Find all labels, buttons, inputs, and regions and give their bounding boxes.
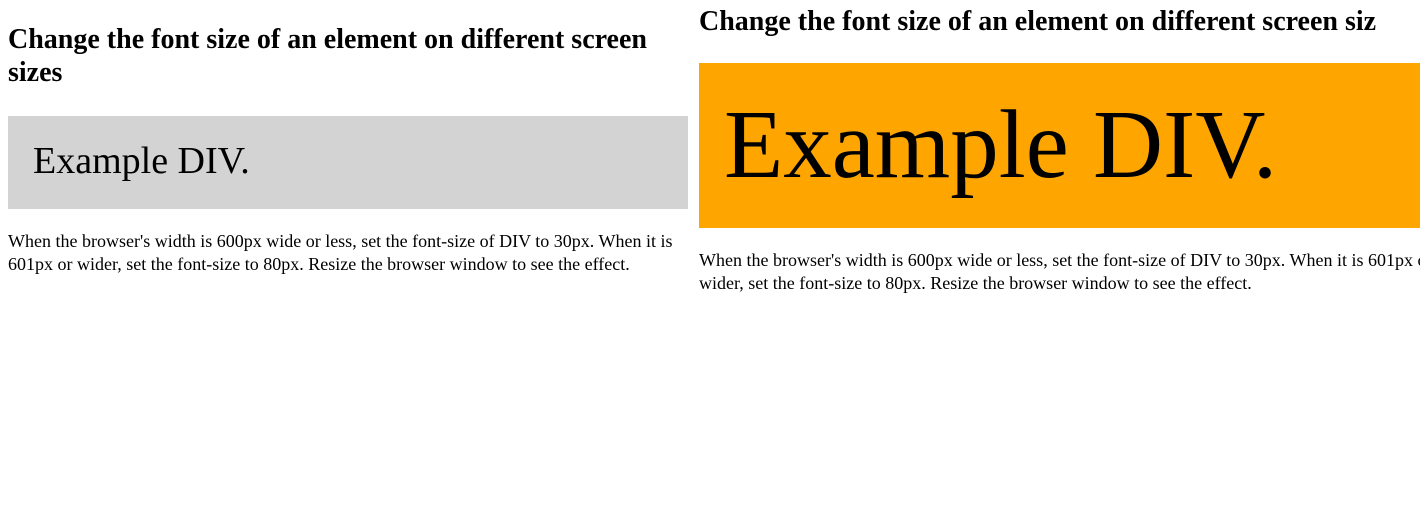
small-screen-content: Change the font size of an element on di… bbox=[8, 0, 688, 276]
description-paragraph: When the browser's width is 600px wide o… bbox=[699, 250, 1420, 293]
large-screen-content: Change the font size of an element on di… bbox=[699, 0, 1420, 295]
description-paragraph: When the browser's width is 600px wide o… bbox=[8, 231, 673, 274]
page-heading: Change the font size of an element on di… bbox=[699, 6, 1377, 37]
page-heading: Change the font size of an element on di… bbox=[8, 24, 647, 88]
example-div: Example DIV. bbox=[8, 116, 688, 209]
large-screen-view: Change the font size of an element on di… bbox=[691, 0, 1420, 531]
example-div: Example DIV. bbox=[699, 63, 1420, 228]
small-screen-view: Change the font size of an element on di… bbox=[0, 0, 691, 531]
